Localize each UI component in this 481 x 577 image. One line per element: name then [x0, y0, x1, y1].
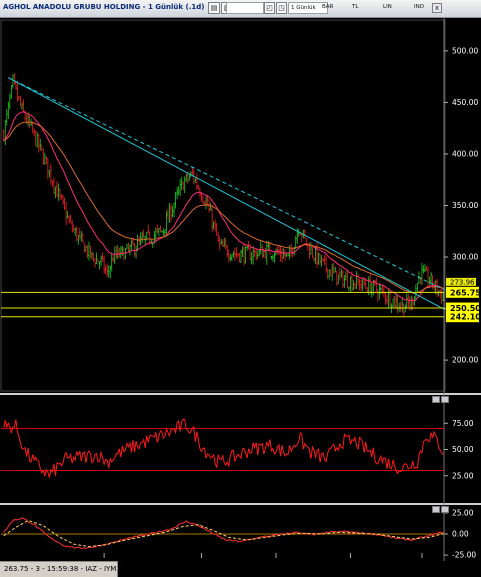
price-label: 242.10	[450, 313, 481, 322]
trendline-dashed	[8, 77, 445, 291]
pane-close-icon[interactable]	[441, 506, 449, 513]
price-axis-tick-label: 350.00	[452, 201, 478, 210]
price-axis-tick-label: 450.00	[452, 98, 478, 107]
price-axis-tick-label: 500.00	[452, 46, 478, 55]
close-icon[interactable]: x	[432, 3, 442, 13]
toolbar-icon-4[interactable]: ◳	[276, 2, 287, 14]
rsi-axis-tick-label: 25.00	[452, 471, 474, 480]
price-label: 265.75	[450, 288, 481, 297]
scale-select[interactable]: LIN	[381, 2, 411, 14]
pane-close-icon[interactable]	[441, 396, 449, 403]
title-bar: AGHOL ANADOLU GRUBU HOLDING - 1 Günlük (…	[0, 0, 481, 18]
toolbar-icon-3[interactable]: ◰	[264, 2, 275, 14]
pane-minimize-icon[interactable]	[432, 506, 440, 513]
price-axis-tick-label: 400.00	[452, 149, 478, 158]
pane-minimize-icon[interactable]	[432, 396, 440, 403]
chart-area: 500.00450.00400.00350.00300.00250.00200.…	[0, 18, 481, 561]
price-axis-tick-label: 300.00	[452, 253, 478, 262]
toolbar-field[interactable]	[226, 2, 264, 14]
price-label-partial: 273.96	[450, 278, 475, 286]
toolbar-icon-1[interactable]: ▤	[208, 2, 220, 14]
chart-title: AGHOL ANADOLU GRUBU HOLDING - 1 Günlük (…	[3, 3, 205, 11]
price-axis-tick-label: 200.00	[452, 356, 478, 365]
macd-axis-tick-label: -25.00	[452, 551, 476, 560]
macd-axis-tick-label: 0.00	[452, 530, 469, 539]
macd-axis-tick-label: 25.00	[452, 508, 474, 517]
moving-average-long	[3, 121, 444, 294]
moving-average-short	[3, 111, 444, 302]
rsi-axis-tick-label: 50.00	[452, 445, 474, 454]
rsi-axis-tick-label: 75.00	[452, 419, 474, 428]
macd-line	[3, 517, 444, 550]
status-bar: 263.75 - 3 - 15:59:38 - IAZ - IYM	[0, 561, 118, 577]
currency-select[interactable]: TL	[350, 2, 380, 14]
price-pane-frame	[0, 19, 446, 392]
rsi-line	[3, 418, 444, 478]
